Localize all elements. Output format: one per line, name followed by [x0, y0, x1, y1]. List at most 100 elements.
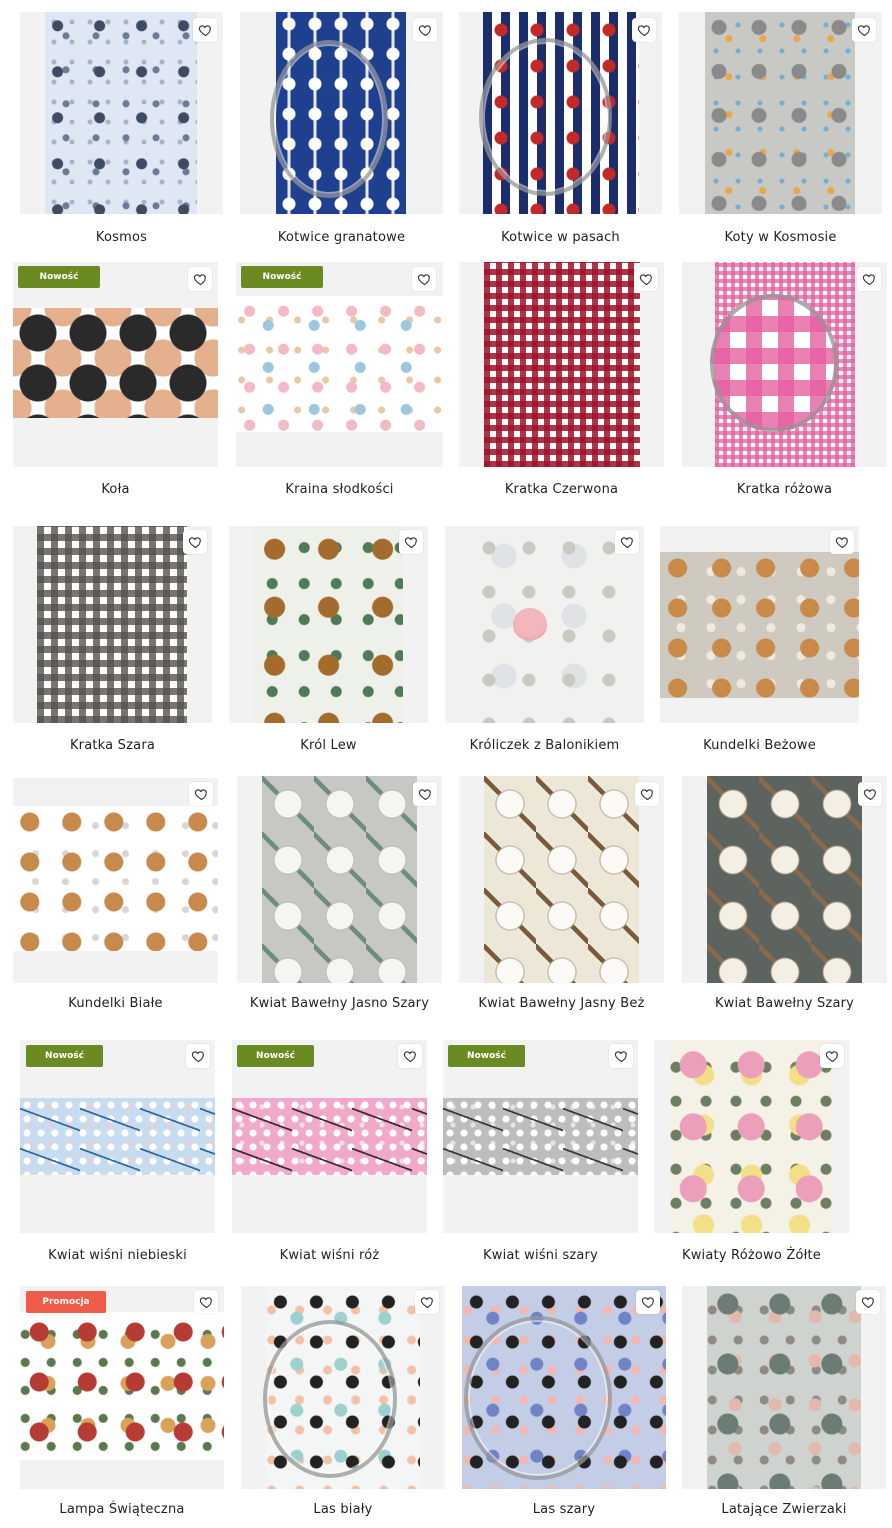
product-name[interactable]: Kwiat Bawełny Szary	[682, 996, 887, 1011]
favorite-button[interactable]	[186, 1044, 210, 1068]
favorite-button[interactable]	[852, 18, 876, 42]
product-card[interactable]: Kotwice w pasach	[459, 12, 662, 252]
favorite-button[interactable]	[183, 530, 207, 554]
product-image[interactable]	[445, 526, 644, 723]
favorite-button[interactable]	[398, 1044, 422, 1068]
product-name[interactable]: Kundelki Beżowe	[660, 738, 859, 753]
product-card[interactable]: Kundelki Białe	[13, 778, 218, 1016]
product-name[interactable]: Latające Zwierzaki	[682, 1502, 886, 1517]
product-name[interactable]: Las szary	[462, 1502, 666, 1517]
product-image[interactable]	[682, 262, 887, 467]
favorite-button[interactable]	[857, 267, 881, 291]
product-name[interactable]: Kratka Czerwona	[459, 482, 664, 497]
product-card[interactable]: Nowość Kwiat wiśni szary	[443, 1040, 638, 1266]
product-image[interactable]	[462, 1286, 666, 1489]
product-image[interactable]	[13, 778, 218, 983]
favorite-button[interactable]	[632, 18, 656, 42]
favorite-button[interactable]	[615, 530, 639, 554]
favorite-button[interactable]	[412, 267, 436, 291]
product-image[interactable]	[459, 12, 662, 214]
product-card[interactable]: Kotwice granatowe	[240, 12, 443, 252]
favorite-button[interactable]	[635, 782, 659, 806]
fabric-swatch	[707, 1286, 861, 1489]
product-card[interactable]: Kratka Szara	[13, 526, 212, 758]
product-name[interactable]: Kwiat Bawełny Jasno Szary	[237, 996, 442, 1011]
favorite-button[interactable]	[193, 18, 217, 42]
product-name[interactable]: Kosmos	[20, 230, 223, 245]
product-card[interactable]: Las szary	[462, 1286, 666, 1522]
product-name[interactable]: Kratka różowa	[682, 482, 887, 497]
favorite-button[interactable]	[399, 530, 423, 554]
product-card[interactable]: Koty w Kosmosie	[679, 12, 882, 252]
product-image[interactable]	[240, 12, 443, 214]
product-image[interactable]	[236, 262, 443, 467]
product-name[interactable]: Lampa Świąteczna	[20, 1502, 224, 1517]
favorite-button[interactable]	[856, 1290, 880, 1314]
product-card[interactable]: Kwiaty Różowo Żółte	[654, 1040, 849, 1266]
product-image[interactable]	[20, 12, 223, 214]
product-name[interactable]: Króliczek z Balonikiem	[445, 738, 644, 753]
product-card[interactable]: Nowość Kraina słodkości	[236, 262, 443, 502]
product-name[interactable]: Kratka Szara	[13, 738, 212, 753]
product-name[interactable]: Król Lew	[229, 738, 428, 753]
product-image[interactable]	[459, 776, 664, 983]
product-name[interactable]: Las biały	[241, 1502, 445, 1517]
product-image[interactable]	[660, 526, 859, 723]
product-card[interactable]: Kwiat Bawełny Jasny Beż	[459, 776, 664, 1016]
product-image[interactable]	[459, 262, 664, 467]
fabric-swatch	[262, 776, 417, 983]
favorite-button[interactable]	[413, 782, 437, 806]
product-name[interactable]: Kwiat wiśni szary	[443, 1248, 638, 1263]
product-card[interactable]: Latające Zwierzaki	[682, 1286, 886, 1522]
favorite-button[interactable]	[413, 18, 437, 42]
product-name[interactable]: Kwiat wiśni róż	[232, 1248, 427, 1263]
product-image[interactable]	[237, 776, 442, 983]
favorite-button[interactable]	[609, 1044, 633, 1068]
fabric-swatch	[253, 526, 403, 723]
product-image[interactable]	[13, 262, 218, 467]
product-card[interactable]: Króliczek z Balonikiem	[445, 526, 644, 758]
product-image[interactable]	[682, 776, 887, 983]
product-image[interactable]	[654, 1040, 849, 1233]
product-name[interactable]: Kwiat Bawełny Jasny Beż	[459, 996, 664, 1011]
product-card[interactable]: Kwiat Bawełny Jasno Szary	[237, 776, 442, 1016]
product-card[interactable]: Kratka różowa	[682, 262, 887, 502]
favorite-button[interactable]	[188, 267, 212, 291]
favorite-button[interactable]	[820, 1044, 844, 1068]
product-image[interactable]	[20, 1040, 215, 1233]
favorite-button[interactable]	[194, 1290, 218, 1314]
product-image[interactable]	[13, 526, 212, 723]
product-card[interactable]: Kundelki Beżowe	[660, 526, 859, 758]
product-name[interactable]: Kundelki Białe	[13, 996, 218, 1011]
product-card[interactable]: Kosmos	[20, 12, 223, 252]
favorite-button[interactable]	[830, 530, 854, 554]
favorite-button[interactable]	[634, 267, 658, 291]
product-name[interactable]: Kwiat wiśni niebieski	[20, 1248, 215, 1263]
product-name[interactable]: Koty w Kosmosie	[679, 230, 882, 245]
product-card[interactable]: Nowość Kwiat wiśni niebieski	[20, 1040, 215, 1266]
product-image[interactable]	[229, 526, 428, 723]
product-name[interactable]: Kotwice w pasach	[459, 230, 662, 245]
product-card[interactable]: Kwiat Bawełny Szary	[682, 776, 887, 1016]
product-card[interactable]: Las biały	[241, 1286, 445, 1522]
product-card[interactable]: Król Lew	[229, 526, 428, 758]
product-image[interactable]	[443, 1040, 638, 1233]
favorite-button[interactable]	[415, 1290, 439, 1314]
product-card[interactable]: Promocja Lampa Świąteczna	[20, 1286, 224, 1522]
favorite-button[interactable]	[636, 1290, 660, 1314]
product-name[interactable]: Kraina słodkości	[236, 482, 443, 497]
product-name[interactable]: Kwiaty Różowo Żółte	[654, 1248, 849, 1263]
product-image[interactable]	[682, 1286, 886, 1489]
favorite-button[interactable]	[189, 782, 213, 806]
product-card[interactable]: Kratka Czerwona	[459, 262, 664, 502]
product-image[interactable]	[241, 1286, 445, 1489]
favorite-button[interactable]	[858, 782, 882, 806]
product-name[interactable]: Kotwice granatowe	[240, 230, 443, 245]
product-image[interactable]	[679, 12, 882, 214]
product-name[interactable]: Koła	[13, 482, 218, 497]
product-image[interactable]	[232, 1040, 427, 1233]
product-card[interactable]: Nowość Kwiat wiśni róż	[232, 1040, 427, 1266]
product-card[interactable]: Nowość Koła	[13, 262, 218, 502]
product-image[interactable]	[20, 1286, 224, 1489]
fabric-swatch	[13, 806, 218, 951]
